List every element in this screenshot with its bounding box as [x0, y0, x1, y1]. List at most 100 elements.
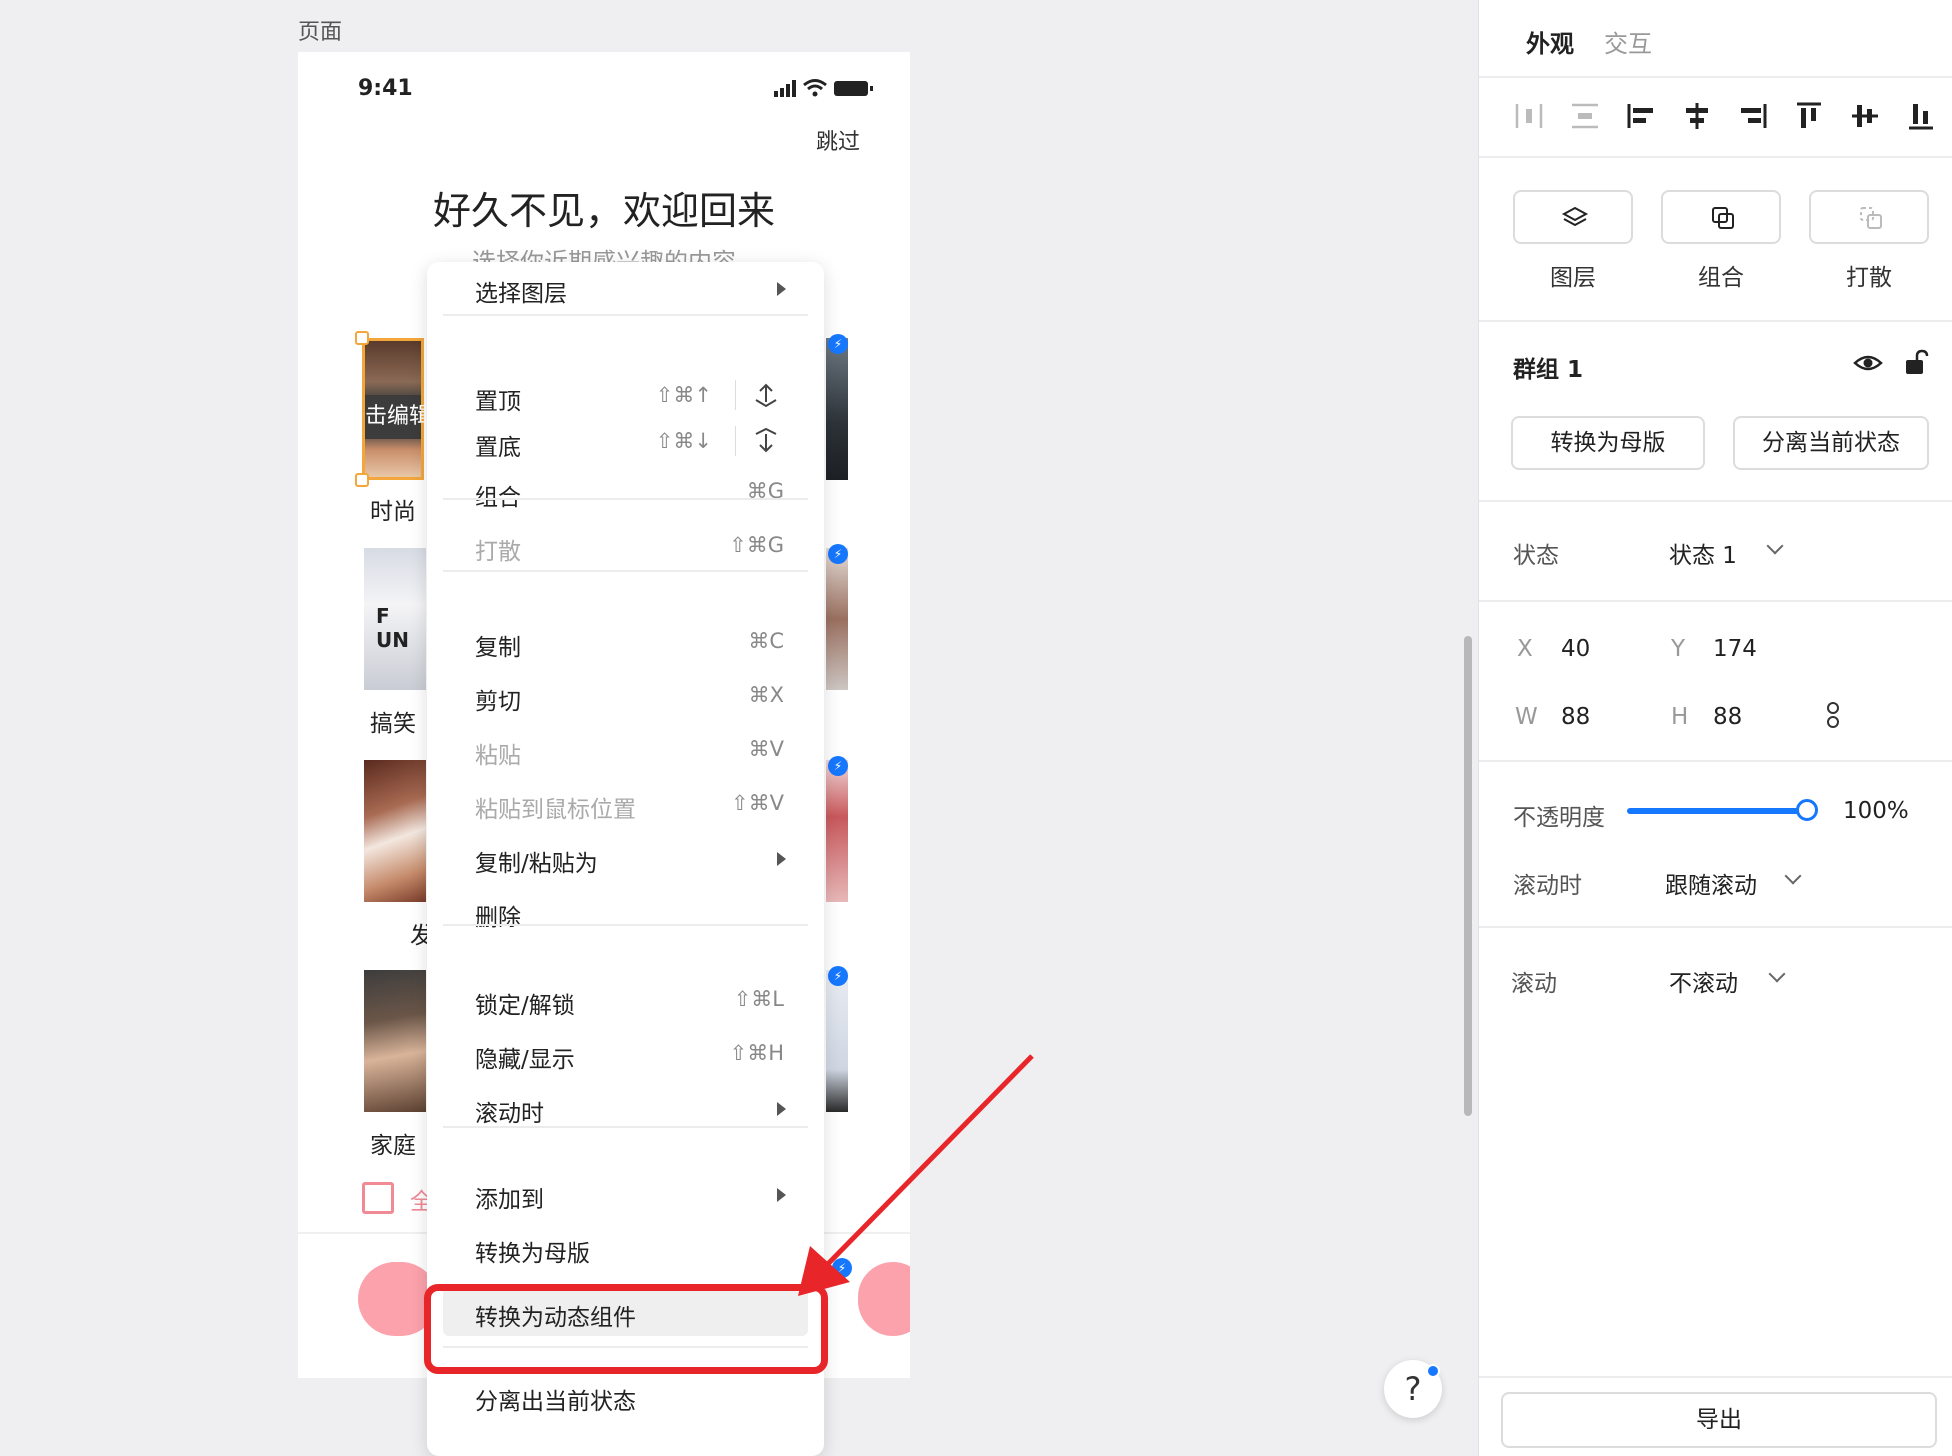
divider	[1479, 760, 1952, 762]
divider	[1479, 500, 1952, 502]
menu-item-label: 置顶	[475, 389, 521, 415]
menu-item[interactable]: 复制 ⌘C	[427, 616, 824, 666]
divider	[1479, 1376, 1952, 1378]
resize-handle-bl[interactable]	[355, 473, 369, 487]
menu-item-label: 选择图层	[475, 281, 567, 307]
align-left-icon[interactable]	[1625, 100, 1657, 132]
menu-item[interactable]: 粘贴 ⌘V	[427, 724, 824, 774]
menu-item[interactable]: 隐藏/显示 ⇧⌘H	[427, 1028, 824, 1078]
tile-edit-text: 击编辑	[365, 395, 431, 439]
x-input[interactable]: 40	[1561, 636, 1590, 662]
align-right-icon[interactable]	[1737, 100, 1769, 132]
export-button[interactable]: 导出	[1501, 1392, 1937, 1448]
menu-item[interactable]: 锁定/解锁 ⇧⌘L	[427, 974, 824, 1024]
menu-item[interactable]: 置顶 ⇧⌘↑	[427, 370, 824, 420]
tile-funny[interactable]: F UN	[364, 548, 426, 690]
tile-label: 搞笑	[370, 711, 416, 737]
chevron-down-icon[interactable]	[1766, 537, 1784, 555]
menu-item[interactable]: 粘贴到鼠标位置 ⇧⌘V	[427, 778, 824, 828]
flash-icon: ⚡	[828, 966, 848, 986]
y-input[interactable]: 174	[1713, 636, 1757, 662]
eye-icon[interactable]	[1853, 348, 1883, 378]
selected-tile[interactable]: 击编辑	[362, 338, 431, 480]
group-title: 群组 1	[1513, 357, 1584, 383]
menu-item[interactable]: 滚动时	[427, 1082, 824, 1132]
group-button[interactable]	[1661, 190, 1781, 244]
tab-interaction[interactable]: 交互	[1604, 24, 1652, 59]
menu-item-label: 复制/粘贴为	[475, 851, 598, 877]
menu-item-label: 滚动时	[475, 1101, 544, 1127]
layers-button[interactable]	[1513, 190, 1633, 244]
w-key: W	[1515, 704, 1538, 730]
detach-state-button[interactable]: 分离当前状态	[1733, 416, 1929, 470]
resize-handle-tl[interactable]	[355, 331, 369, 345]
h-input[interactable]: 88	[1713, 704, 1742, 730]
distribute-vertical-icon[interactable]	[1569, 100, 1601, 132]
skip-button[interactable]: 跳过	[816, 124, 860, 156]
opacity-slider-knob[interactable]	[1796, 799, 1818, 821]
select-all-checkbox[interactable]	[362, 1182, 394, 1214]
menu-divider	[443, 924, 808, 926]
canvas-scrollbar[interactable]	[1464, 636, 1472, 1116]
aspect-lock-icon[interactable]	[1823, 700, 1843, 730]
align-top-icon[interactable]	[1793, 100, 1825, 132]
group-label: 组合	[1698, 265, 1744, 291]
menu-item[interactable]: 组合 ⌘G	[427, 466, 824, 516]
chevron-down-icon[interactable]	[1768, 965, 1786, 983]
layers-label: 图层	[1550, 265, 1596, 291]
menu-item-label: 打散	[475, 539, 521, 565]
menu-divider	[443, 314, 808, 316]
opacity-slider[interactable]	[1627, 799, 1818, 821]
menu-item[interactable]: 打散 ⇧⌘G	[427, 520, 824, 570]
ungroup-button[interactable]	[1809, 190, 1929, 244]
submenu-arrow-icon	[777, 282, 786, 296]
menu-divider	[443, 1126, 808, 1128]
status-icons	[774, 79, 873, 97]
tile-right-2[interactable]	[826, 548, 848, 690]
align-center-vertical-icon[interactable]	[1849, 100, 1881, 132]
menu-item[interactable]: 置底 ⇧⌘↓	[427, 416, 824, 466]
tile-family[interactable]	[364, 970, 426, 1112]
menu-item-label: 锁定/解锁	[475, 993, 575, 1019]
tile-hair[interactable]	[364, 760, 426, 902]
distribute-horizontal-icon[interactable]	[1513, 100, 1545, 132]
welcome-title: 好久不见，欢迎回来	[432, 189, 775, 233]
scroll-select[interactable]: 不滚动	[1669, 964, 1738, 998]
annotation-arrow	[798, 1054, 1034, 1296]
chevron-down-icon[interactable]	[1784, 867, 1802, 885]
page-label: 页面	[298, 20, 343, 45]
menu-item-separator	[735, 426, 736, 456]
divider	[1479, 600, 1952, 602]
tile-fun-text: F UN	[376, 604, 409, 652]
align-bottom-icon[interactable]	[1905, 100, 1937, 132]
context-menu: 选择图层置顶 ⇧⌘↑ 置底 ⇧⌘↓ 组合 ⌘G 打散 ⇧⌘G 复制 ⌘C 剪切 ⌘X 粘贴 ⌘V 粘贴到鼠标…	[427, 262, 824, 1456]
bring-to-front-icon[interactable]	[752, 380, 780, 410]
menu-divider	[443, 570, 808, 572]
opacity-value[interactable]: 100%	[1843, 798, 1909, 824]
menu-item[interactable]: 剪切 ⌘X	[427, 670, 824, 720]
scroll-with-select[interactable]: 跟随滚动	[1665, 866, 1757, 900]
tile-label: 家庭	[370, 1133, 416, 1159]
tile-right-1[interactable]	[826, 338, 848, 480]
menu-item[interactable]: 分离出当前状态	[427, 1370, 824, 1420]
unlock-icon[interactable]	[1903, 348, 1931, 378]
menu-item-label: 隐藏/显示	[475, 1047, 575, 1073]
menu-item-shortcut: ⇧⌘↑	[655, 383, 712, 407]
send-to-back-icon[interactable]	[752, 426, 780, 456]
x-key: X	[1517, 636, 1533, 662]
menu-item[interactable]: 选择图层	[427, 262, 824, 312]
menu-item[interactable]: 复制/粘贴为	[427, 832, 824, 882]
tile-right-3[interactable]	[826, 760, 848, 902]
menu-item-label: 分离出当前状态	[475, 1389, 636, 1415]
convert-to-master-button[interactable]: 转换为母版	[1511, 416, 1705, 470]
menu-item[interactable]: 添加到	[427, 1168, 824, 1218]
menu-item[interactable]: 删除	[427, 886, 824, 936]
menu-item-separator	[735, 380, 736, 410]
w-input[interactable]: 88	[1561, 704, 1590, 730]
menu-item-shortcut: ⇧⌘G	[729, 533, 784, 557]
menu-item[interactable]: 转换为母版	[427, 1222, 824, 1272]
align-center-horizontal-icon[interactable]	[1681, 100, 1713, 132]
tab-appearance[interactable]: 外观	[1526, 24, 1574, 59]
state-select[interactable]: 状态 1	[1669, 536, 1737, 570]
tile-label: 时尚	[370, 499, 416, 525]
